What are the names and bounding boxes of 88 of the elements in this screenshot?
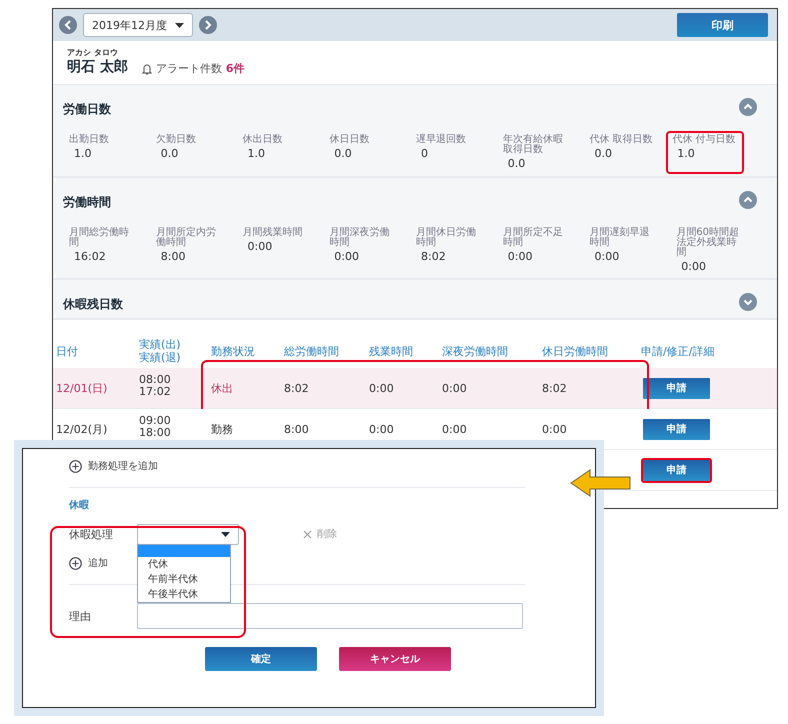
section-title: 労働時間 [63, 194, 111, 210]
alert-count: 6件 [226, 61, 245, 76]
stat-value: 16:02 [74, 250, 107, 263]
column-header: 申請/修正/詳細 [641, 344, 716, 358]
column-header: 勤務状況 [211, 344, 256, 358]
stat-label: 月間総労働時間 [69, 228, 130, 248]
stat-value: 0.0 [334, 147, 353, 160]
add-work-link[interactable]: 勤務処理を追加 [69, 457, 525, 475]
stat-value: 0:00 [334, 250, 360, 263]
collapse-icon[interactable] [739, 191, 757, 209]
close-icon [303, 530, 312, 538]
stat-label: 月間休日労働時間 [416, 228, 477, 248]
stat-value: 0:00 [681, 260, 707, 273]
expand-icon[interactable] [739, 293, 757, 311]
column-header: 実績(出) 実績(退) [139, 338, 182, 364]
section-heading: 休暇 [69, 498, 90, 512]
plus-circle-icon [69, 460, 82, 472]
stat-label: 休出日数 [242, 135, 284, 145]
stat-value: 1.0 [248, 147, 266, 160]
table-cell-text: 8:02 [284, 382, 310, 394]
employee-name: 明石 太郎 [67, 58, 128, 76]
stat-label: 月間所定内労働時間 [156, 228, 217, 248]
collapse-icon[interactable] [739, 98, 757, 116]
name-reading: アカシ タロウ [67, 47, 119, 58]
field-label: 理由 [69, 608, 92, 624]
chevron-right-icon [204, 20, 212, 30]
apply-button[interactable]: 申請 [641, 416, 712, 442]
status-cell-text: 休出 [211, 380, 234, 396]
cancel-button[interactable]: キャンセル [339, 647, 451, 671]
column-header: 日付 [56, 344, 79, 358]
alert-label: アラート件数 [156, 61, 222, 76]
previous-button[interactable] [59, 16, 77, 34]
stat-value: 0.0 [508, 157, 526, 170]
stat-value: 0:00 [594, 250, 620, 263]
plus-circle-icon [69, 556, 82, 570]
stat-label: 月間所定不足時間 [502, 228, 564, 248]
status-cell-text: 勤務 [211, 422, 234, 436]
stat-label: 月間遅刻早退時間 [590, 228, 650, 248]
table-cell-text: 0:00 [542, 422, 568, 436]
stat-label: 月間60時間超法定外残業時間 [676, 228, 740, 258]
stat-label: 遅早退回数 [416, 135, 467, 145]
period-select[interactable]: 2019年12月度 [83, 13, 193, 37]
stat-label: 出勤日数 [69, 135, 110, 145]
stat-value: 1.0 [74, 147, 92, 160]
column-header: 休日労働時間 [542, 344, 609, 358]
stat-value: 0.0 [160, 147, 180, 160]
table-cell-text: 0:00 [369, 382, 395, 394]
apply-button[interactable]: 申請 [641, 458, 712, 482]
apply-button[interactable]: 申請 [641, 376, 712, 400]
column-header: 総労働時間 [284, 344, 340, 358]
stat-value: 0 [421, 147, 429, 160]
date-cell-text: 12/02(月) [56, 422, 108, 436]
stat-label: 休日日数 [329, 135, 370, 145]
stat-label: 欠勤日数 [156, 135, 197, 145]
section-title: 休暇残日数 [63, 296, 123, 312]
field-label: 休暇処理 [69, 526, 114, 542]
print-button[interactable]: 印刷 [677, 13, 768, 37]
caret-icon [221, 532, 230, 536]
stat-label: 年次有給休暇取得日数 [502, 135, 564, 155]
table-cell-text: 0:00 [442, 422, 468, 436]
stat-value: 0:00 [248, 240, 274, 253]
stat-value: 0.0 [594, 147, 613, 160]
stat-value: 8:02 [421, 250, 447, 263]
caret-icon [175, 22, 184, 28]
stat-label: 月間残業時間 [242, 228, 304, 238]
section-title: 労働日数 [63, 100, 111, 118]
table-cell-text: 0:00 [442, 382, 468, 394]
stat-label: 月間深夜労働時間 [329, 228, 390, 248]
stat-value: 0:00 [508, 250, 534, 263]
chevron-left-icon [64, 20, 72, 30]
arrow-icon [570, 469, 632, 497]
stat-value: 8:00 [160, 250, 186, 263]
column-header: 深夜労働時間 [442, 344, 509, 358]
next-button[interactable] [199, 16, 217, 34]
column-header: 残業時間 [369, 344, 414, 358]
reason-field[interactable] [137, 603, 523, 629]
clock-times-cell: 09:00 18:00 [139, 415, 171, 439]
table-cell-text: 0:00 [369, 422, 395, 436]
stat-label: 代休 付与日数 [672, 135, 736, 145]
table-cell-text: 8:00 [284, 422, 310, 436]
date-cell-text: 12/01(日) [56, 380, 108, 396]
bell-icon [142, 62, 152, 74]
stat-label: 代休 取得日数 [590, 135, 654, 145]
confirm-button[interactable]: 確定 [205, 647, 317, 671]
delete-link[interactable]: 削除 [297, 526, 343, 542]
stat-value: 1.0 [677, 147, 696, 160]
clock-times-cell: 08:00 17:02 [139, 374, 171, 398]
table-cell-text: 8:02 [542, 382, 568, 394]
